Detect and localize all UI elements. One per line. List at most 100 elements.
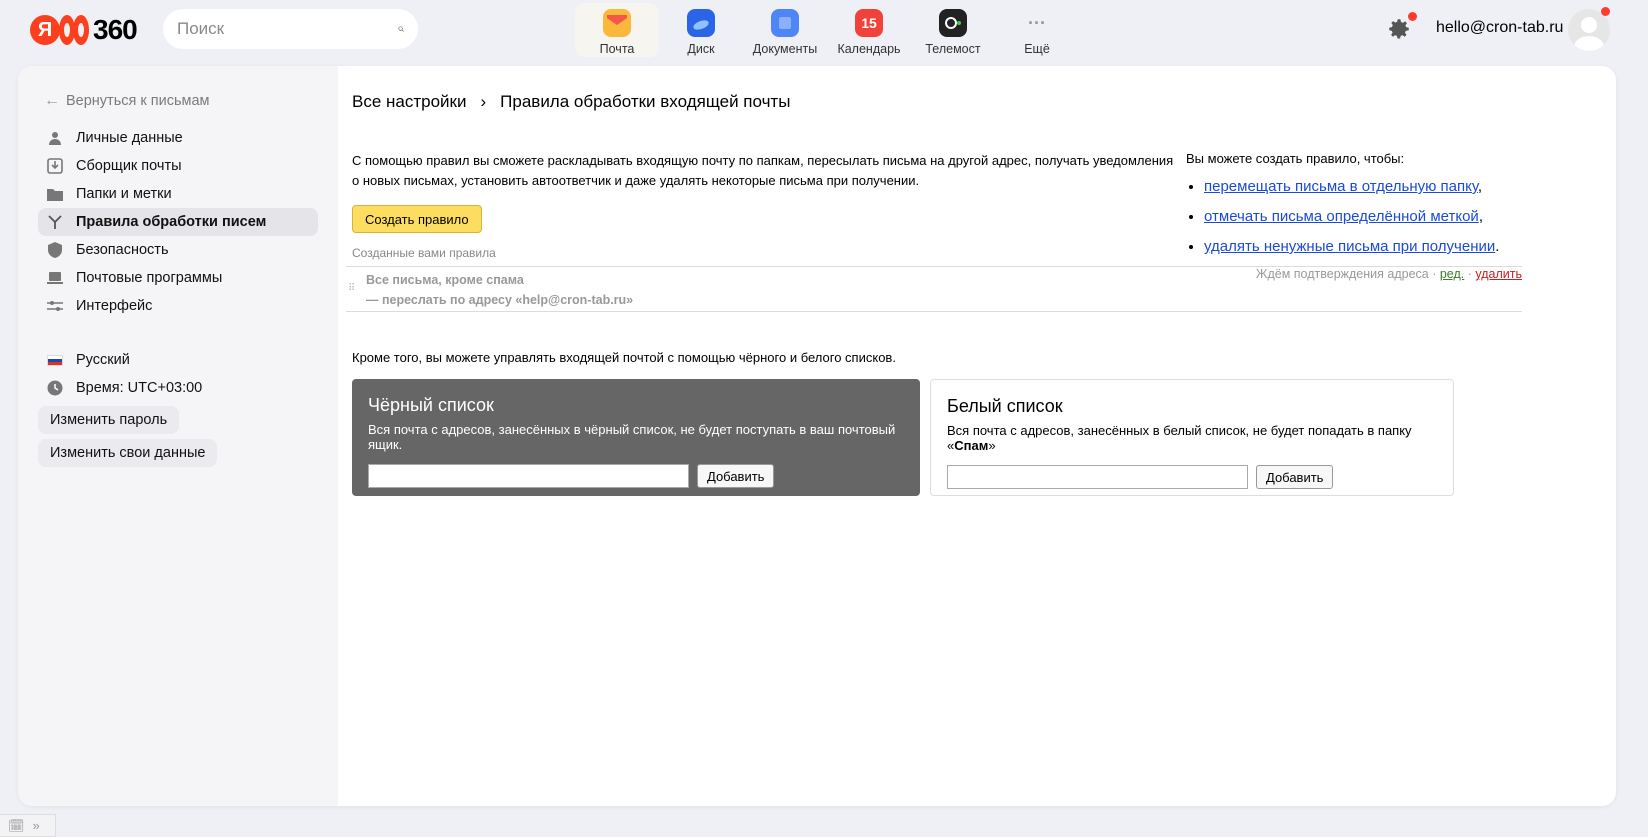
change-data-button[interactable]: Изменить свои данные xyxy=(38,439,218,467)
shield-icon xyxy=(46,241,64,259)
rule-item[interactable]: ⠿ Все письма, кроме спама — переслать по… xyxy=(346,266,1522,312)
rule-delete-link[interactable]: удалить xyxy=(1475,267,1522,281)
sidebar-item-label: Интерфейс xyxy=(76,298,153,314)
mail-icon xyxy=(603,9,631,37)
sidebar-item-personal[interactable]: Личные данные xyxy=(38,124,318,152)
search-icon[interactable] xyxy=(398,19,404,39)
app-disk[interactable]: Диск xyxy=(659,3,743,57)
sidebar-item-collector[interactable]: Сборщик почты xyxy=(38,152,318,180)
sidebar-item-label: Почтовые программы xyxy=(76,270,223,286)
chevron-right-icon: › xyxy=(480,92,487,111)
whitelist-input[interactable] xyxy=(947,465,1248,489)
whitelist-title: Белый список xyxy=(947,396,1063,416)
gear-icon[interactable] xyxy=(1386,16,1412,42)
change-password-button[interactable]: Изменить пароль xyxy=(38,406,180,434)
notification-dot xyxy=(1408,12,1417,21)
yandex-360-logo[interactable]: Я 360 xyxy=(30,14,138,46)
app-label: Телемост xyxy=(925,42,981,56)
app-mail[interactable]: Почта xyxy=(575,3,659,57)
app-label: Почта xyxy=(599,42,635,56)
arrow-left-icon: ← xyxy=(44,92,60,109)
rules-help-intro: Вы можете создать правило, чтобы: xyxy=(1186,151,1405,166)
app-telemost[interactable]: Телемост xyxy=(911,3,995,57)
calendar-small-icon[interactable]: 🗓 xyxy=(8,818,25,834)
rules-intro-text: С помощью правил вы сможете раскладывать… xyxy=(352,153,1174,188)
settings-menu: Личные данные Сборщик почты Папки и метк… xyxy=(38,124,318,320)
blacklist-title: Чёрный список xyxy=(368,395,494,415)
sidebar-item-folders[interactable]: Папки и метки xyxy=(38,180,318,208)
language-selector[interactable]: Русский xyxy=(38,346,318,374)
blacklist-panel: Чёрный список Вся почта с адресов, занес… xyxy=(352,379,920,496)
logo-rings xyxy=(59,15,89,45)
sidebar-item-security[interactable]: Безопасность xyxy=(38,236,318,264)
sidebar-item-label: Личные данные xyxy=(76,130,183,146)
rule-edit-link[interactable]: ред. xyxy=(1440,267,1464,281)
user-email[interactable]: hello@cron-tab.ru xyxy=(1436,19,1563,37)
back-to-mail-link[interactable]: ← Вернуться к письмам xyxy=(44,92,210,110)
sidebar-item-label: Правила обработки писем xyxy=(76,214,267,230)
documents-icon xyxy=(771,9,799,37)
calendar-icon: 15 xyxy=(855,9,883,37)
app-calendar[interactable]: 15 Календарь xyxy=(827,3,911,57)
whitelist-add-button[interactable]: Добавить xyxy=(1256,465,1334,489)
rules-content: Все настройки › Правила обработки входящ… xyxy=(346,66,1598,806)
settings-sidebar: ← Вернуться к письмам Личные данные Сбор… xyxy=(18,66,338,806)
telemost-icon xyxy=(939,9,967,37)
app-more[interactable]: ··· Ещё xyxy=(995,3,1079,57)
language-label: Русский xyxy=(76,352,130,368)
lists-intro-text: Кроме того, вы можете управлять входящей… xyxy=(352,350,896,365)
app-label: Диск xyxy=(687,42,715,56)
blacklist-add-button[interactable]: Добавить xyxy=(697,464,775,488)
apps-bar: Почта Диск Документы 15 Календарь Телемо… xyxy=(575,3,1079,57)
create-rule-button[interactable]: Создать правило xyxy=(352,205,482,233)
app-documents[interactable]: Документы xyxy=(743,3,827,57)
rule-action: — переслать по адресу «help@cron-tab.ru» xyxy=(366,293,634,307)
sidebar-item-label: Сборщик почты xyxy=(76,158,182,174)
locale-settings: Русский Время: UTC+03:00 xyxy=(38,346,318,402)
whitelist-desc: Вся почта с адресов, занесённых в белый … xyxy=(947,423,1412,453)
expand-icon[interactable]: » xyxy=(33,818,40,833)
rules-help: Вы можете создать правило, чтобы: переме… xyxy=(1186,151,1606,267)
sidebar-item-label: Папки и метки xyxy=(76,186,172,202)
help-link-move[interactable]: перемещать письма в отдельную папку xyxy=(1204,178,1478,195)
sidebar-item-rules[interactable]: Правила обработки писем xyxy=(38,208,318,236)
breadcrumb-root[interactable]: Все настройки xyxy=(352,92,466,112)
bottom-tray: 🗓 » xyxy=(0,814,56,837)
help-link-delete[interactable]: удалять ненужные письма при получении xyxy=(1204,238,1495,255)
top-bar: Я 360 Почта Диск Докумен xyxy=(0,0,1648,62)
calendar-badge: 15 xyxy=(861,15,877,31)
help-link-label[interactable]: отмечать письма определённой меткой xyxy=(1204,208,1479,225)
search-box[interactable] xyxy=(163,9,418,49)
rules-list-title: Созданные вами правила xyxy=(352,246,496,260)
whitelist-panel: Белый список Вся почта с адресов, занесё… xyxy=(930,379,1454,496)
sidebar-item-interface[interactable]: Интерфейс xyxy=(38,292,318,320)
rule-condition: Все письма, кроме спама xyxy=(366,273,524,287)
clock-icon xyxy=(46,379,64,397)
blacklist-desc: Вся почта с адресов, занесённых в чёрный… xyxy=(368,422,896,452)
whitelist-form: Добавить xyxy=(947,465,1437,489)
blacklist-input[interactable] xyxy=(368,464,689,488)
search-input[interactable] xyxy=(177,19,398,39)
sidebar-item-mail-clients[interactable]: Почтовые программы xyxy=(38,264,318,292)
sliders-icon xyxy=(46,297,64,315)
folder-icon xyxy=(46,185,64,203)
russian-flag-icon xyxy=(46,351,64,369)
collector-icon xyxy=(46,157,64,175)
more-icon: ··· xyxy=(1028,12,1046,33)
app-label: Календарь xyxy=(837,42,901,56)
list-item: перемещать письма в отдельную папку, xyxy=(1204,177,1606,197)
rules-help-list: перемещать письма в отдельную папку, отм… xyxy=(1186,177,1606,257)
ya-logo-mark: Я xyxy=(30,15,60,45)
sidebar-item-label: Безопасность xyxy=(76,242,169,258)
back-label: Вернуться к письмам xyxy=(66,93,210,109)
page-title: Правила обработки входящей почты xyxy=(500,92,791,111)
blacklist-form: Добавить xyxy=(368,464,904,488)
rule-status: Ждём подтверждения адреса · ред. · удали… xyxy=(1255,267,1522,281)
notification-dot xyxy=(1601,7,1610,16)
drag-handle-icon[interactable]: ⠿ xyxy=(348,283,355,294)
logo-text: 360 xyxy=(93,14,138,45)
timezone-selector[interactable]: Время: UTC+03:00 xyxy=(38,374,318,402)
rules-icon xyxy=(46,213,64,231)
person-icon xyxy=(46,129,64,147)
app-label: Документы xyxy=(752,42,818,56)
